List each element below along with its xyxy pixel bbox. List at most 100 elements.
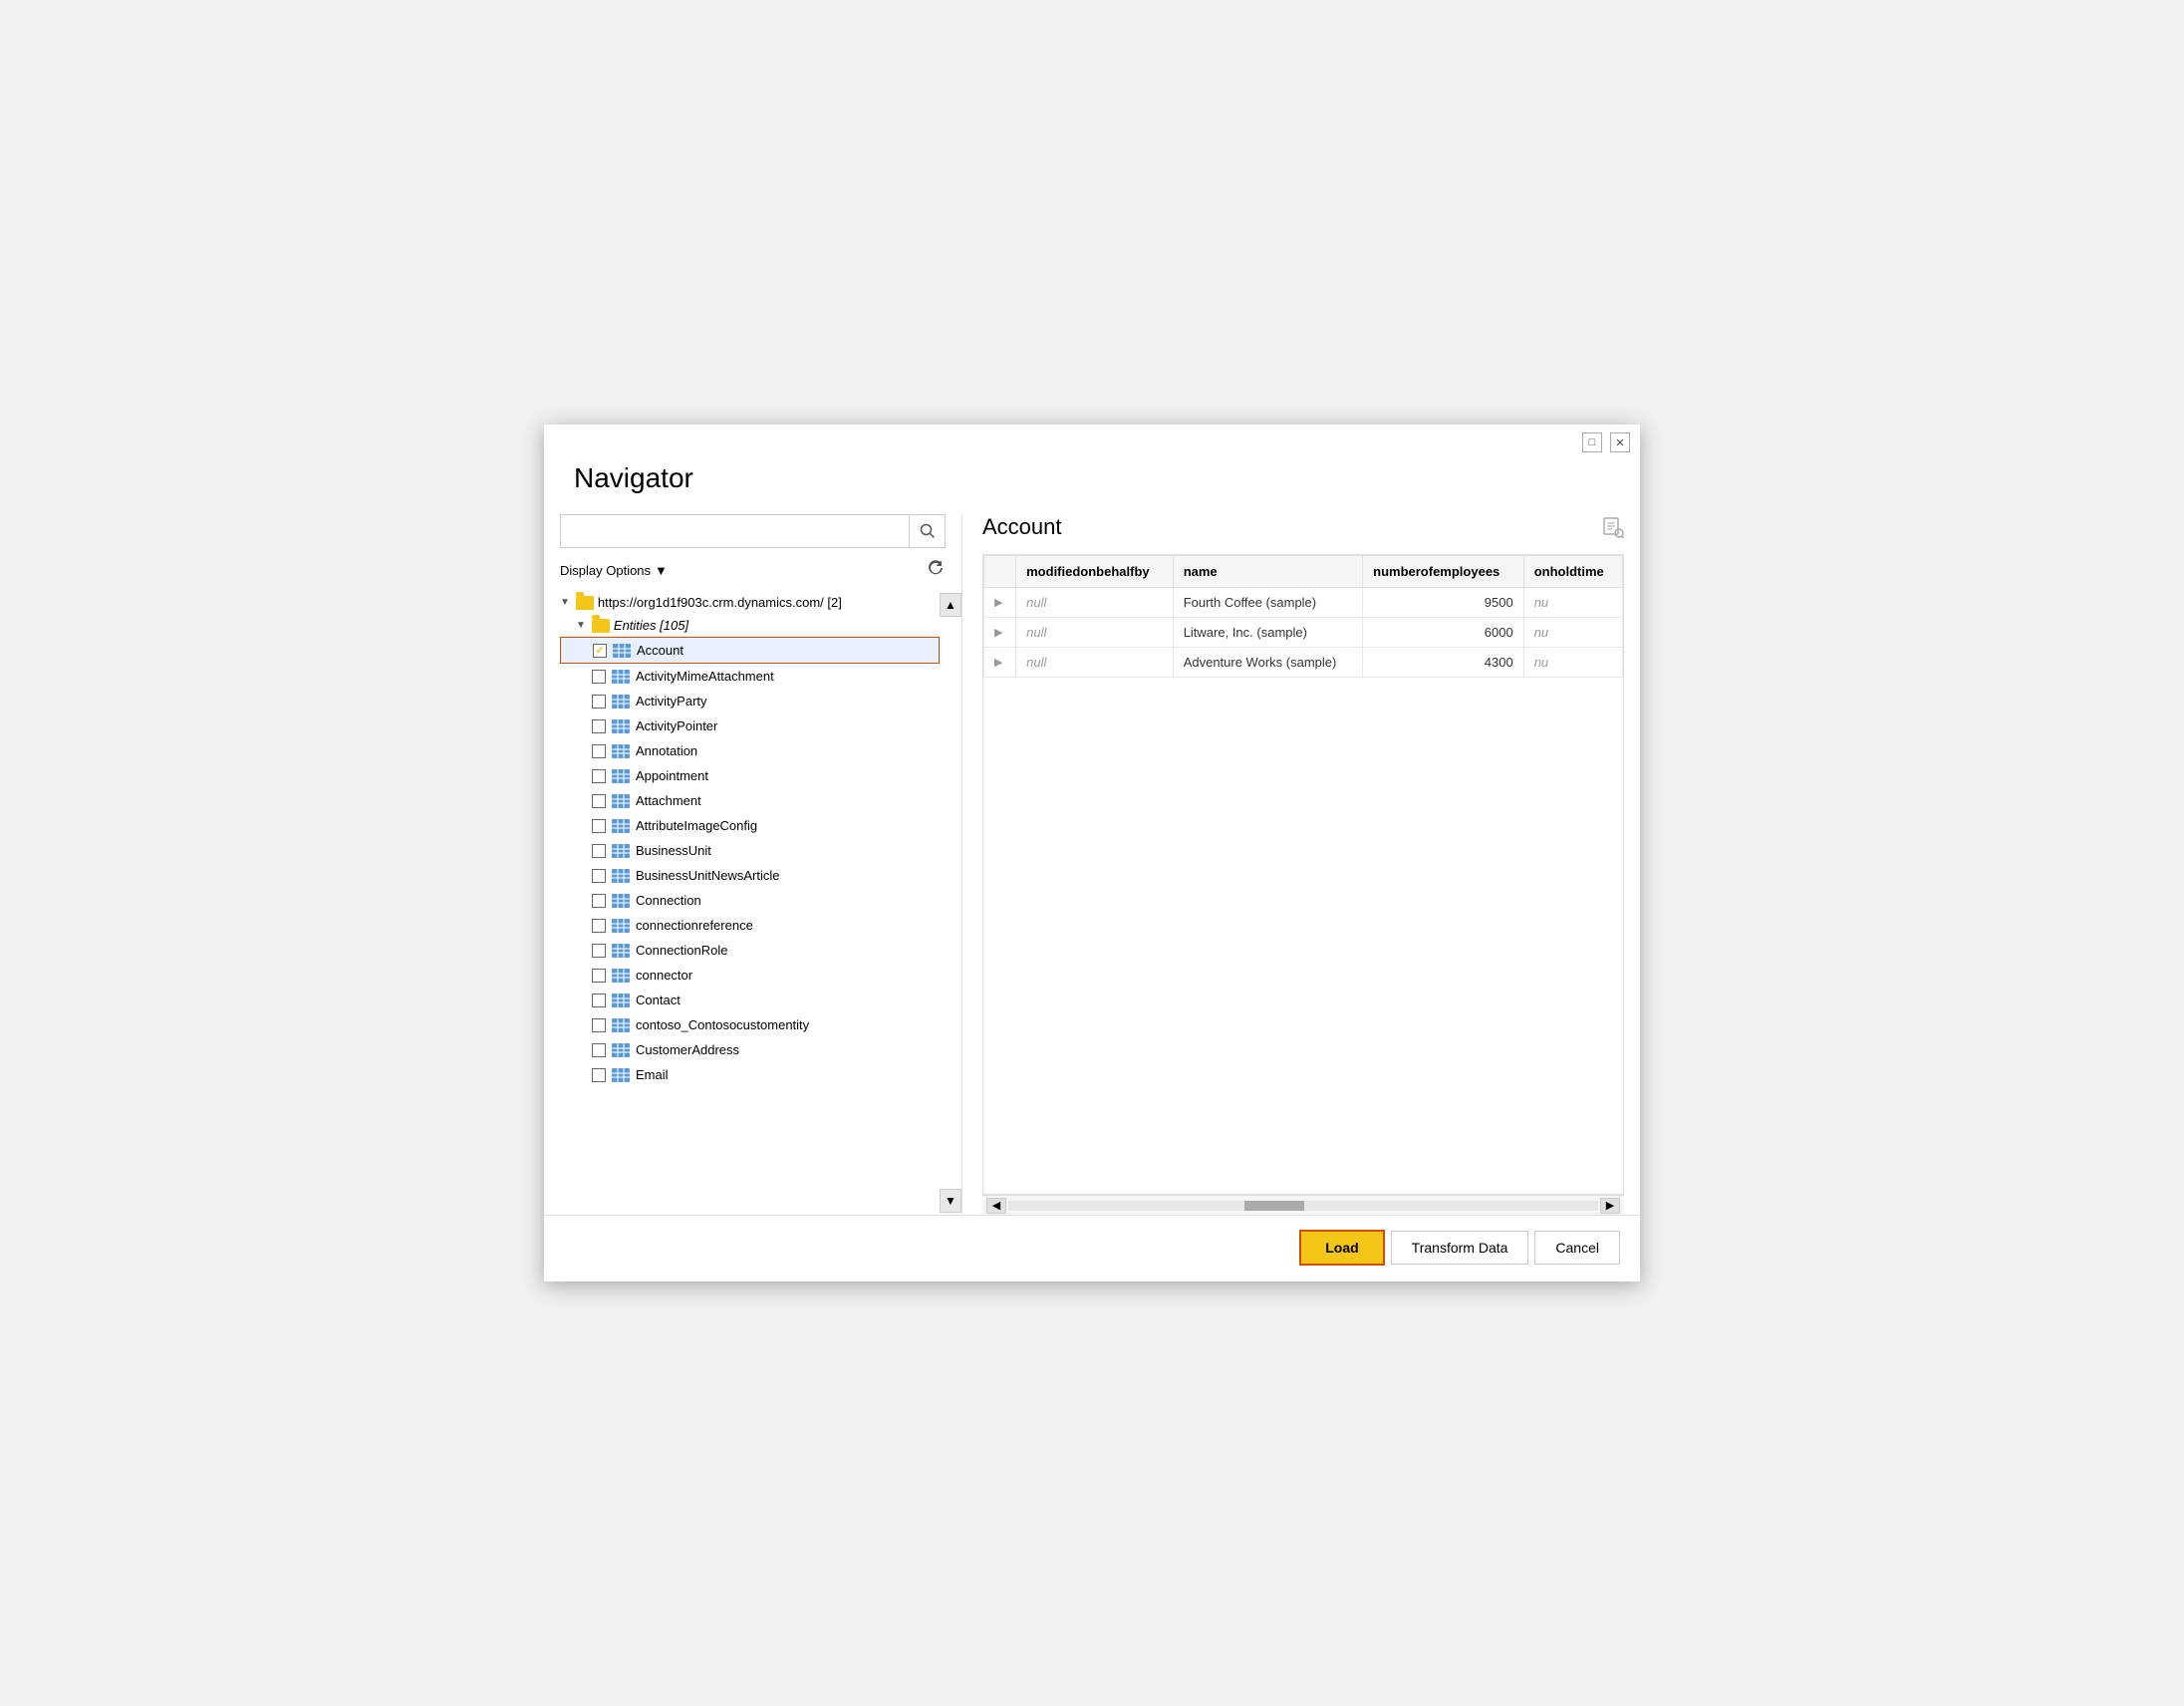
email-checkbox[interactable] <box>592 1068 606 1082</box>
table-icon <box>612 719 630 733</box>
search-input[interactable] <box>561 517 909 545</box>
entity-item-activityparty[interactable]: ActivityParty <box>560 689 961 713</box>
entity-name: Appointment <box>636 768 708 783</box>
table-icon <box>612 819 630 833</box>
entity-item-connection[interactable]: Connection <box>560 888 961 913</box>
activityparty-checkbox[interactable] <box>592 695 606 709</box>
entity-item-customeraddress[interactable]: CustomerAddress <box>560 1037 961 1062</box>
table-icon <box>612 769 630 783</box>
entity-item-appointment[interactable]: Appointment <box>560 763 961 788</box>
col-header-modifiedonbehalfby: modifiedonbehalfby <box>1016 556 1174 588</box>
entity-item-activitypointer[interactable]: ActivityPointer <box>560 713 961 738</box>
entity-name: BusinessUnitNewsArticle <box>636 868 780 883</box>
dialog-title: Navigator <box>544 452 1640 514</box>
entity-name: Email <box>636 1067 669 1082</box>
entity-name: Annotation <box>636 743 697 758</box>
entity-name: connectionreference <box>636 918 753 933</box>
table-row: ▶ null Fourth Coffee (sample) 9500 nu <box>984 588 1623 618</box>
customeraddress-checkbox[interactable] <box>592 1043 606 1057</box>
cell-onholdtime: nu <box>1523 588 1622 618</box>
scroll-left-button[interactable]: ◀ <box>986 1198 1006 1214</box>
tree-area: ▼ https://org1d1f903c.crm.dynamics.com/ … <box>544 591 961 1215</box>
table-icon <box>612 794 630 808</box>
table-icon <box>612 695 630 709</box>
connectionrole-checkbox[interactable] <box>592 944 606 958</box>
dialog-footer: Load Transform Data Cancel <box>544 1215 1640 1281</box>
entity-item-email[interactable]: Email <box>560 1062 961 1087</box>
scroll-track[interactable] <box>1008 1201 1598 1211</box>
contoso-checkbox[interactable] <box>592 1018 606 1032</box>
connector-checkbox[interactable] <box>592 969 606 983</box>
entities-row[interactable]: ▼ Entities [105] <box>560 614 961 637</box>
transform-data-button[interactable]: Transform Data <box>1391 1231 1529 1265</box>
preview-icon <box>1602 516 1624 538</box>
collapse-icon: ▼ <box>560 597 570 608</box>
cell-name: Litware, Inc. (sample) <box>1173 618 1362 648</box>
connection-checkbox[interactable] <box>592 894 606 908</box>
entity-name: AttributeImageConfig <box>636 818 757 833</box>
table-icon <box>612 994 630 1007</box>
root-folder-icon <box>576 596 594 610</box>
scroll-right-button[interactable]: ▶ <box>1600 1198 1620 1214</box>
scroll-down-button[interactable]: ▼ <box>940 1189 961 1213</box>
entity-item-account[interactable]: Account <box>560 637 940 664</box>
entity-item-connectionrole[interactable]: ConnectionRole <box>560 938 961 963</box>
preview-title-row: Account <box>982 514 1624 540</box>
attributeimageconfig-checkbox[interactable] <box>592 819 606 833</box>
activitymimeattachment-checkbox[interactable] <box>592 670 606 684</box>
minimize-button[interactable]: □ <box>1582 432 1602 452</box>
entities-folder-icon <box>592 619 610 633</box>
entity-item-connectionreference[interactable]: connectionreference <box>560 913 961 938</box>
entity-item-annotation[interactable]: Annotation <box>560 738 961 763</box>
table-icon <box>612 744 630 758</box>
account-checkbox[interactable] <box>593 644 607 658</box>
search-button[interactable] <box>909 515 945 547</box>
cell-numberofemployees: 4300 <box>1363 648 1524 678</box>
refresh-button[interactable] <box>926 558 946 583</box>
left-panel: Display Options ▼ ▼ https://org1d1f903c.… <box>544 514 962 1215</box>
entity-item-contact[interactable]: Contact <box>560 988 961 1012</box>
col-header-numberofemployees: numberofemployees <box>1363 556 1524 588</box>
entity-item-attachment[interactable]: Attachment <box>560 788 961 813</box>
row-num: ▶ <box>984 588 1016 618</box>
horizontal-scrollbar: ◀ ▶ <box>982 1195 1624 1215</box>
cell-numberofemployees: 6000 <box>1363 618 1524 648</box>
table-icon <box>612 1018 630 1032</box>
entity-item-attributeimageconfig[interactable]: AttributeImageConfig <box>560 813 961 838</box>
annotation-checkbox[interactable] <box>592 744 606 758</box>
entity-item-activitymimeattachment[interactable]: ActivityMimeAttachment <box>560 664 961 689</box>
cell-name: Adventure Works (sample) <box>1173 648 1362 678</box>
entity-name: ActivityMimeAttachment <box>636 669 774 684</box>
entity-item-businessunitnewsarticle[interactable]: BusinessUnitNewsArticle <box>560 863 961 888</box>
connectionreference-checkbox[interactable] <box>592 919 606 933</box>
activitypointer-checkbox[interactable] <box>592 719 606 733</box>
attachment-checkbox[interactable] <box>592 794 606 808</box>
table-row: ▶ null Adventure Works (sample) 4300 nu <box>984 648 1623 678</box>
display-options-button[interactable]: Display Options ▼ <box>560 563 668 578</box>
dialog-body: Display Options ▼ ▼ https://org1d1f903c.… <box>544 514 1640 1215</box>
col-header-name: name <box>1173 556 1362 588</box>
businessunitnewsarticle-checkbox[interactable] <box>592 869 606 883</box>
entity-name: Account <box>637 643 683 658</box>
appointment-checkbox[interactable] <box>592 769 606 783</box>
entity-item-connector[interactable]: connector <box>560 963 961 988</box>
scroll-up-button[interactable]: ▲ <box>940 593 961 617</box>
entity-name: Attachment <box>636 793 701 808</box>
contact-checkbox[interactable] <box>592 994 606 1007</box>
display-options-label: Display Options <box>560 563 651 578</box>
load-button[interactable]: Load <box>1299 1230 1384 1266</box>
entities-label: Entities [105] <box>614 618 688 633</box>
close-button[interactable]: ✕ <box>1610 432 1630 452</box>
businessunit-checkbox[interactable] <box>592 844 606 858</box>
table-icon <box>612 869 630 883</box>
entity-item-businessunit[interactable]: BusinessUnit <box>560 838 961 863</box>
cancel-button[interactable]: Cancel <box>1534 1231 1620 1265</box>
cell-modifiedonbehalfby: null <box>1016 648 1174 678</box>
table-icon <box>613 644 631 658</box>
entity-item-contoso-customentity[interactable]: contoso_Contosocustomentity <box>560 1012 961 1037</box>
table-icon <box>612 919 630 933</box>
entity-name: contoso_Contosocustomentity <box>636 1017 809 1032</box>
display-options-row: Display Options ▼ <box>544 558 961 591</box>
tree-root[interactable]: ▼ https://org1d1f903c.crm.dynamics.com/ … <box>560 591 961 614</box>
search-bar <box>560 514 946 548</box>
